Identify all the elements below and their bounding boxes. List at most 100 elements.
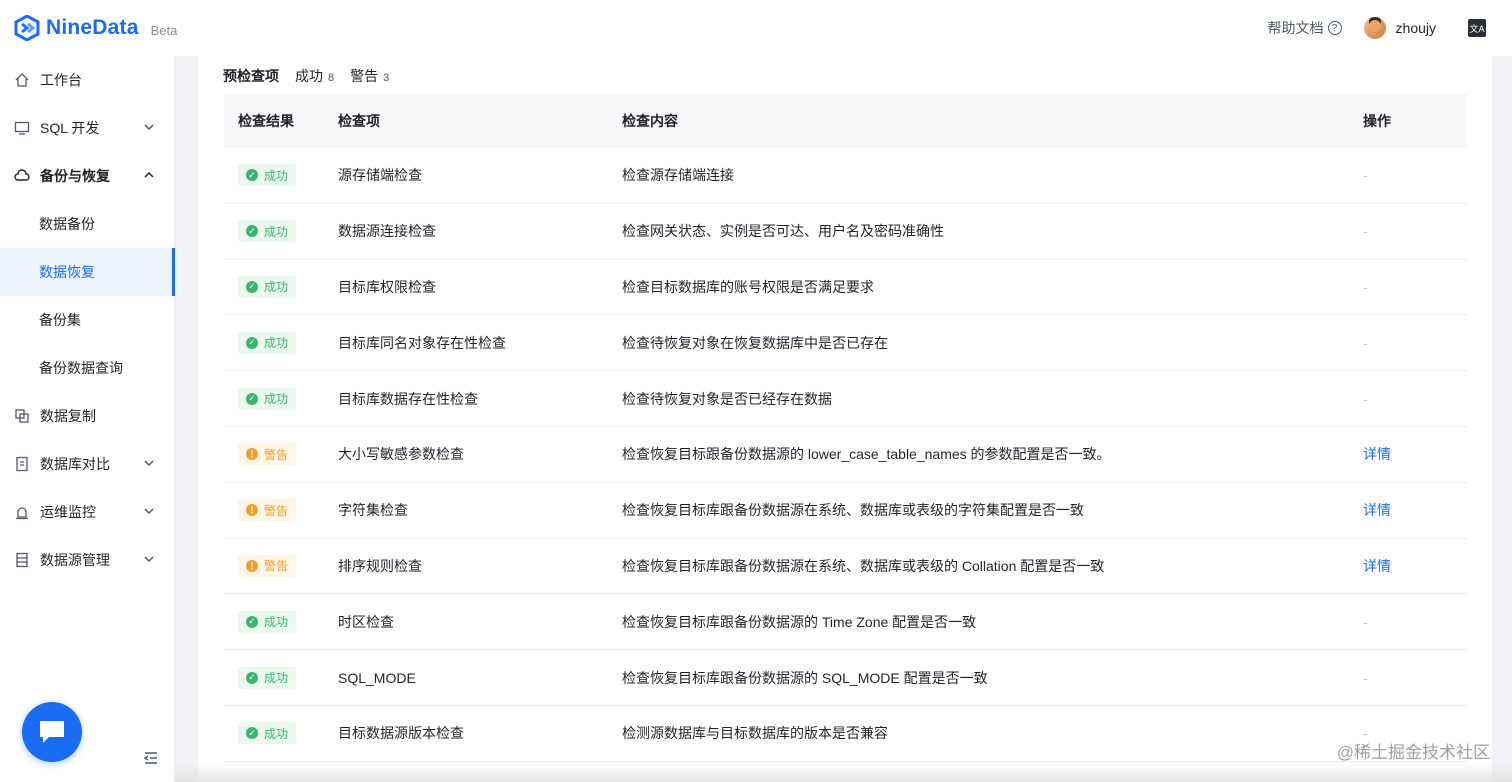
column-header-item: 检查项 <box>338 113 380 129</box>
home-icon <box>14 72 30 88</box>
table-row: ! 警告 字符集检查 检查恢复目标库跟备份数据源在系统、数据库或表级的字符集配置是否一… <box>224 483 1467 539</box>
tab-warning-label: 警告 <box>350 68 379 84</box>
status-label: 成功 <box>264 280 289 295</box>
translate-icon[interactable]: 文A <box>1468 19 1486 37</box>
status-label: 成功 <box>264 671 289 686</box>
sidebar-item-workbench[interactable]: 工作台 <box>0 56 174 104</box>
alarm-icon <box>14 504 30 520</box>
sidebar-item-datasource-mgmt[interactable]: 数据源管理 <box>0 536 174 584</box>
check-circle-icon: ✓ <box>246 336 258 349</box>
sidebar-item-label: SQL 开发 <box>40 120 100 136</box>
sidebar-item-ops-monitor[interactable]: 运维监控 <box>0 488 174 536</box>
result-cell: ✓ 成功 <box>224 164 324 187</box>
status-label: 成功 <box>264 615 289 630</box>
action-cell: - <box>1348 167 1467 183</box>
sidebar-subitem-data-restore[interactable]: 数据恢复 <box>0 248 175 296</box>
sidebar-subitem-backup-set[interactable]: 备份集 <box>0 296 174 344</box>
check-content: 检查恢复目标库跟备份数据源在系统、数据库或表级的字符集配置是否一致 <box>622 502 1084 519</box>
precheck-tabs: 预检查项 成功 8 警告 3 <box>223 66 405 86</box>
status-label: 成功 <box>264 726 289 741</box>
check-content: 检查网关状态、实例是否可达、用户名及密码准确性 <box>622 223 944 240</box>
chevron-up-icon <box>144 171 154 178</box>
table-row: ✓ 成功 源存储端检查 检查源存储端连接 - <box>224 148 1467 204</box>
check-content: 检查恢复目标库跟备份数据源在系统、数据库或表级的 Collation 配置是否一… <box>622 557 1105 574</box>
result-cell: ! 警告 <box>224 499 324 522</box>
status-badge: ! 警告 <box>238 554 297 577</box>
action-cell: - <box>1348 223 1467 239</box>
check-content: 检查恢复目标库跟备份数据源的 Time Zone 配置是否一致 <box>622 613 977 630</box>
sidebar: 工作台 SQL 开发 备份与恢复 数据备份 数据恢复 备份集 备份数据查询 数据… <box>0 56 175 782</box>
sidebar-item-sql-dev[interactable]: SQL 开发 <box>0 104 174 152</box>
check-circle-icon: ✓ <box>246 392 258 405</box>
sidebar-subitem-data-backup[interactable]: 数据备份 <box>0 200 174 248</box>
status-label: 警告 <box>264 447 289 462</box>
table-row: ✓ 成功 SQL_MODE 检查恢复目标库跟备份数据源的 SQL_MODE 配置是否一… <box>224 650 1467 706</box>
exclamation-circle-icon: ! <box>246 448 258 461</box>
status-label: 成功 <box>264 224 289 239</box>
table-row: ✓ 成功 数据源连接检查 检查网关状态、实例是否可达、用户名及密码准确性 - <box>224 204 1467 260</box>
check-item: 字符集检查 <box>338 502 408 519</box>
check-item: 排序规则检查 <box>338 557 422 574</box>
chat-bubble-icon <box>40 721 64 743</box>
collapse-menu-icon[interactable] <box>143 750 159 766</box>
sidebar-item-label: 工作台 <box>40 72 82 88</box>
logo[interactable]: NineData Beta <box>14 15 177 41</box>
action-cell: 详情 <box>1348 444 1467 464</box>
exclamation-circle-icon: ! <box>246 559 258 572</box>
username[interactable]: zhoujy <box>1396 20 1436 36</box>
sidebar-item-data-replication[interactable]: 数据复制 <box>0 392 174 440</box>
action-cell: - <box>1348 279 1467 295</box>
sidebar-item-db-compare[interactable]: 数据库对比 <box>0 440 174 488</box>
chat-button[interactable] <box>22 702 82 762</box>
column-header-content: 检查内容 <box>622 113 678 129</box>
check-item: 大小写敏感参数检查 <box>338 446 464 463</box>
sidebar-item-label: 备份与恢复 <box>40 168 110 184</box>
action-placeholder: - <box>1363 669 1368 686</box>
avatar[interactable] <box>1363 17 1386 39</box>
details-link[interactable]: 详情 <box>1363 502 1391 518</box>
sidebar-item-label: 运维监控 <box>40 504 96 520</box>
status-badge: ✓ 成功 <box>238 610 297 633</box>
status-label: 成功 <box>264 168 289 183</box>
question-circle-icon: ? <box>1327 21 1342 35</box>
beta-label: Beta <box>150 23 178 38</box>
result-cell: ! 警告 <box>224 554 324 577</box>
status-badge: ✓ 成功 <box>238 275 297 298</box>
check-item: 目标库权限检查 <box>338 278 436 295</box>
tab-precheck[interactable]: 预检查项 <box>223 66 279 86</box>
datasource-icon <box>14 552 30 568</box>
compare-icon <box>14 456 30 472</box>
action-placeholder: - <box>1363 278 1368 295</box>
tab-success[interactable]: 成功 8 <box>295 66 334 86</box>
bottom-shade <box>175 764 1512 782</box>
action-cell: 详情 <box>1348 500 1467 520</box>
check-content: 检查恢复目标跟备份数据源的 lower_case_table_names 的参数… <box>622 446 1111 463</box>
table-row: ✓ 成功 目标库同名对象存在性检查 检查待恢复对象在恢复数据库中是否已存在 - <box>224 315 1467 372</box>
monitor-icon <box>14 120 30 136</box>
sidebar-item-backup-restore[interactable]: 备份与恢复 <box>0 152 174 200</box>
check-content: 检查源存储端连接 <box>622 167 734 184</box>
details-link[interactable]: 详情 <box>1363 558 1391 574</box>
status-badge: ✓ 成功 <box>238 666 297 689</box>
tab-success-count: 8 <box>328 72 335 84</box>
help-docs-link[interactable]: 帮助文档 ? <box>1268 18 1342 38</box>
sidebar-subitem-backup-query[interactable]: 备份数据查询 <box>0 344 174 392</box>
chevron-down-icon <box>144 556 154 563</box>
result-cell: ✓ 成功 <box>224 387 324 410</box>
result-cell: ✓ 成功 <box>224 220 324 243</box>
result-cell: ✓ 成功 <box>224 275 324 298</box>
check-circle-icon: ✓ <box>246 169 258 182</box>
status-badge: ✓ 成功 <box>238 387 297 410</box>
details-link[interactable]: 详情 <box>1363 446 1391 462</box>
result-cell: ✓ 成功 <box>224 331 324 354</box>
table-row: ! 警告 大小写敏感参数检查 检查恢复目标跟备份数据源的 lower_case_tab… <box>224 427 1467 483</box>
precheck-table: 检查结果 检查项 检查内容 操作 ✓ 成功 源存储端检查 检查源存储端连接 - ✓ 成功 数据… <box>224 94 1467 762</box>
tab-warning[interactable]: 警告 3 <box>350 66 389 86</box>
table-row: ✓ 成功 目标数据源版本检查 检测源数据库与目标数据库的版本是否兼容 - <box>224 706 1467 762</box>
status-badge: ✓ 成功 <box>238 331 297 354</box>
help-docs-label: 帮助文档 <box>1267 20 1324 36</box>
check-content: 检查待恢复对象在恢复数据库中是否已存在 <box>622 334 888 351</box>
cloud-sync-icon <box>14 168 30 184</box>
result-cell: ! 警告 <box>224 443 324 466</box>
check-content: 检查恢复目标库跟备份数据源的 SQL_MODE 配置是否一致 <box>622 669 988 686</box>
